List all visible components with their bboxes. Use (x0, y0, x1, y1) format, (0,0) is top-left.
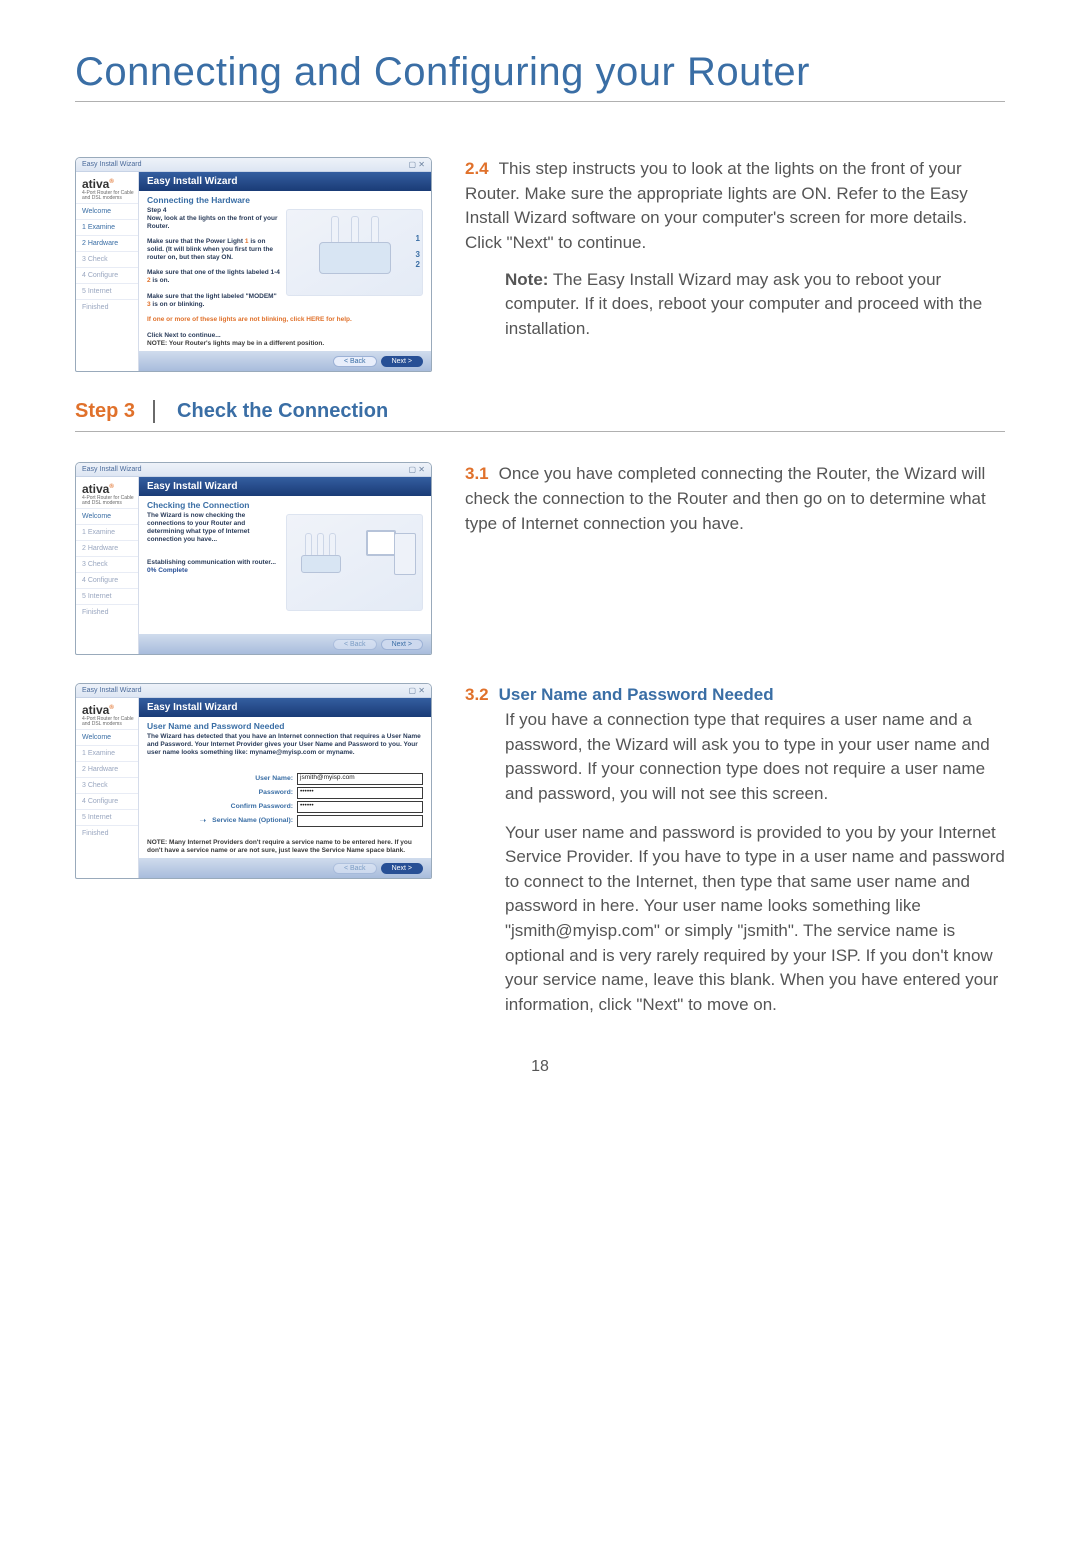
wiz-text: Now, look at the lights on the front of … (147, 215, 277, 230)
para-2-4: 2.4This step instructs you to look at th… (465, 157, 1005, 256)
brand-subtitle: 4-Port Router for Cable and DSL modems (76, 496, 138, 508)
nav-item: Finished (76, 825, 138, 841)
nav-item: 4 Configure (76, 793, 138, 809)
back-button: < Back (333, 863, 377, 874)
label-username: User Name: (255, 775, 293, 783)
nav-item: 2 Hardware (76, 540, 138, 556)
wiz-text: The Wizard has detected that you have an… (147, 733, 421, 756)
marker-3: 3 (416, 250, 420, 260)
para-3-2-head: 3.2 User Name and Password Needed (465, 683, 1005, 708)
wiz-text: Make sure that the light labeled "MODEM" (147, 293, 277, 300)
step-number-3-2: 3.2 (465, 685, 489, 704)
wiz-header: Easy Install Wizard (139, 172, 431, 191)
wiz-text: Establishing communication with router..… (147, 559, 276, 566)
screenshot-user-password: Easy Install Wizard ▢ ✕ ativa® 4-Port Ro… (75, 683, 432, 879)
wiz-note: NOTE: Your Router's lights may be in a d… (147, 340, 423, 348)
note-2-4: Note: The Easy Install Wizard may ask yo… (465, 268, 1005, 342)
username-field: jsmith@myisp.com (297, 773, 423, 785)
para-3-2-a: If you have a connection type that requi… (465, 708, 1005, 807)
screenshot-hardware: Easy Install Wizard ▢ ✕ ativa® 4-Port Ro… (75, 157, 432, 372)
brand-subtitle: 4-Port Router for Cable and DSL modems (76, 191, 138, 203)
back-button: < Back (333, 356, 377, 367)
nav-item: 1 Examine (76, 219, 138, 235)
title-rule (75, 101, 1005, 102)
service-name-field (297, 815, 423, 827)
arrow-icon: ➝ (199, 816, 206, 826)
nav-item: Finished (76, 604, 138, 620)
nav-item: 3 Check (76, 777, 138, 793)
wiz-text: Click Next to continue... (147, 332, 221, 339)
nav-item: 2 Hardware (76, 235, 138, 251)
nav-item: 4 Configure (76, 267, 138, 283)
para-3-2-b: Your user name and password is provided … (465, 821, 1005, 1018)
marker-2: 2 (416, 260, 420, 270)
brand-subtitle: 4-Port Router for Cable and DSL modems (76, 717, 138, 729)
brand-logo: ativa® (76, 701, 138, 717)
nav-item: 3 Check (76, 556, 138, 572)
para-3-1: 3.1Once you have completed connecting th… (465, 462, 1005, 536)
wiz-window-title: Easy Install Wizard (82, 161, 142, 168)
subhead-3-2: User Name and Password Needed (499, 685, 774, 704)
wiz-text: Make sure that one of the lights labeled… (147, 269, 280, 276)
wiz-header: Easy Install Wizard (139, 477, 431, 496)
close-icon: ▢ ✕ (409, 465, 425, 474)
wiz-window-title: Easy Install Wizard (82, 466, 142, 473)
step-3-title: Check the Connection (177, 400, 388, 423)
wiz-text: Make sure that the Power Light (147, 238, 245, 245)
confirm-password-field: •••••• (297, 801, 423, 813)
nav-item: 5 Internet (76, 809, 138, 825)
progress-text: 0% Complete (147, 567, 188, 574)
screenshot-check-connection: Easy Install Wizard ▢ ✕ ativa® 4-Port Ro… (75, 462, 432, 655)
wiz-header: Easy Install Wizard (139, 698, 431, 717)
back-button: < Back (333, 639, 377, 650)
label-password: Password: (259, 789, 293, 797)
page-number: 18 (75, 1058, 1005, 1076)
next-button: Next > (381, 639, 423, 650)
step-label: Step 4 (147, 207, 167, 214)
label-service-name: Service Name (Optional): (212, 817, 293, 825)
nav-item: 3 Check (76, 251, 138, 267)
nav-item: Welcome (76, 508, 138, 524)
nav-item: 1 Examine (76, 524, 138, 540)
step-number-3-1: 3.1 (465, 464, 489, 483)
nav-item: 5 Internet (76, 588, 138, 604)
close-icon: ▢ ✕ (409, 686, 425, 695)
nav-item: Finished (76, 299, 138, 315)
nav-item: Welcome (76, 203, 138, 219)
marker-1: 1 (416, 234, 420, 244)
step-rule (75, 431, 1005, 432)
nav-item: 1 Examine (76, 745, 138, 761)
close-icon: ▢ ✕ (409, 160, 425, 169)
next-button: Next > (381, 356, 423, 367)
wiz-subheader: User Name and Password Needed (139, 717, 431, 733)
brand-logo: ativa® (76, 175, 138, 191)
nav-item: 5 Internet (76, 283, 138, 299)
nav-item: 4 Configure (76, 572, 138, 588)
step-3-label: Step 3 (75, 400, 155, 423)
wiz-window-title: Easy Install Wizard (82, 687, 142, 694)
wiz-note: NOTE: Many Internet Providers don't requ… (147, 839, 423, 855)
router-image: 1 3 2 (286, 209, 423, 296)
wiz-text: The Wizard is now checking the connectio… (147, 512, 250, 542)
wiz-text: If one or more of these lights are not b… (147, 316, 306, 323)
page-title: Connecting and Configuring your Router (75, 50, 1005, 95)
connection-image (286, 514, 423, 611)
label-confirm-password: Confirm Password: (231, 803, 293, 811)
nav-item: Welcome (76, 729, 138, 745)
wiz-subheader: Checking the Connection (139, 496, 431, 512)
step-number-2-4: 2.4 (465, 159, 489, 178)
wiz-subheader: Connecting the Hardware (139, 191, 431, 207)
brand-logo: ativa® (76, 480, 138, 496)
nav-item: 2 Hardware (76, 761, 138, 777)
password-field: •••••• (297, 787, 423, 799)
next-button: Next > (381, 863, 423, 874)
